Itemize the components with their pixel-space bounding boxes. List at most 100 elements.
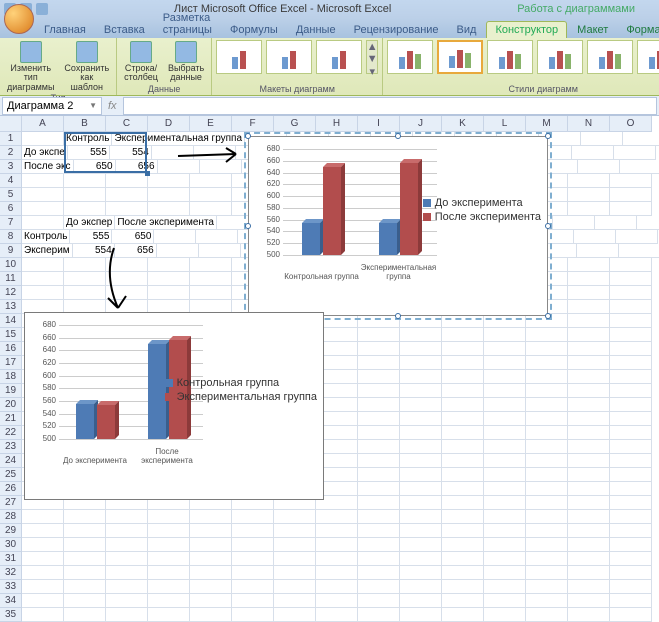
cell-A7[interactable] (22, 216, 64, 230)
cell-E12[interactable] (190, 286, 232, 300)
column-header-N[interactable]: N (568, 116, 610, 132)
cell-L29[interactable] (484, 524, 526, 538)
cell-M23[interactable] (526, 440, 568, 454)
cell-C32[interactable] (106, 566, 148, 580)
cell-M31[interactable] (526, 552, 568, 566)
cell-L21[interactable] (484, 412, 526, 426)
cell-O32[interactable] (610, 566, 652, 580)
chart-layout-2[interactable] (266, 40, 312, 74)
cell-M29[interactable] (526, 524, 568, 538)
cell-D10[interactable] (148, 258, 190, 272)
cell-K31[interactable] (442, 552, 484, 566)
row-header-19[interactable]: 19 (0, 384, 22, 398)
row-header-15[interactable]: 15 (0, 328, 22, 342)
cell-D2[interactable] (152, 146, 194, 160)
cell-O20[interactable] (610, 398, 652, 412)
cell-K16[interactable] (442, 342, 484, 356)
cell-N5[interactable] (568, 188, 610, 202)
cell-J17[interactable] (400, 356, 442, 370)
cell-J28[interactable] (400, 510, 442, 524)
column-header-O[interactable]: O (610, 116, 652, 132)
cell-N11[interactable] (568, 272, 610, 286)
cell-C11[interactable] (106, 272, 148, 286)
cell-A12[interactable] (22, 286, 64, 300)
cell-B29[interactable] (64, 524, 106, 538)
cell-L34[interactable] (484, 594, 526, 608)
chart-style-4[interactable] (537, 40, 583, 74)
cell-E35[interactable] (190, 608, 232, 622)
cell-K15[interactable] (442, 328, 484, 342)
cell-D35[interactable] (148, 608, 190, 622)
chart-bar[interactable] (400, 163, 418, 255)
cell-B2[interactable]: 555 (68, 146, 110, 160)
cell-B34[interactable] (64, 594, 106, 608)
cell-C8[interactable]: 650 (112, 230, 154, 244)
cell-D12[interactable] (148, 286, 190, 300)
cell-L24[interactable] (484, 454, 526, 468)
cell-K23[interactable] (442, 440, 484, 454)
row-header-9[interactable]: 9 (0, 244, 22, 258)
cell-O30[interactable] (610, 538, 652, 552)
column-header-E[interactable]: E (190, 116, 232, 132)
cell-D29[interactable] (148, 524, 190, 538)
cell-B35[interactable] (64, 608, 106, 622)
cell-J31[interactable] (400, 552, 442, 566)
cell-C4[interactable] (106, 174, 148, 188)
row-header-8[interactable]: 8 (0, 230, 22, 244)
chart-layout-3[interactable] (316, 40, 362, 74)
cell-L25[interactable] (484, 468, 526, 482)
chart-bar[interactable] (323, 167, 341, 255)
row-header-35[interactable]: 35 (0, 608, 22, 622)
cell-N30[interactable] (568, 538, 610, 552)
chart-legend[interactable]: До эксперимента После эксперимента (423, 197, 541, 225)
cell-C6[interactable] (106, 202, 148, 216)
office-button[interactable] (4, 4, 34, 34)
cell-N12[interactable] (568, 286, 610, 300)
tab-insert[interactable]: Вставка (96, 22, 153, 38)
cell-A33[interactable] (22, 580, 64, 594)
cell-N6[interactable] (568, 202, 610, 216)
cell-L17[interactable] (484, 356, 526, 370)
cell-D32[interactable] (148, 566, 190, 580)
cell-F28[interactable] (232, 510, 274, 524)
cell-H31[interactable] (316, 552, 358, 566)
cell-C12[interactable] (106, 286, 148, 300)
cell-H30[interactable] (316, 538, 358, 552)
cell-M16[interactable] (526, 342, 568, 356)
cell-N9[interactable] (577, 244, 619, 258)
cell-O21[interactable] (610, 412, 652, 426)
cell-N18[interactable] (568, 370, 610, 384)
cell-A2[interactable]: До экспе (22, 146, 68, 160)
cell-O34[interactable] (610, 594, 652, 608)
cell-J20[interactable] (400, 398, 442, 412)
cell-J18[interactable] (400, 370, 442, 384)
formula-input[interactable] (123, 97, 657, 115)
chart-object-2[interactable]: 500520540560580600620640660680До экспери… (24, 312, 324, 500)
cell-I27[interactable] (358, 496, 400, 510)
cell-G28[interactable] (274, 510, 316, 524)
cell-N20[interactable] (568, 398, 610, 412)
column-header-A[interactable]: A (22, 116, 64, 132)
cell-J23[interactable] (400, 440, 442, 454)
cell-A35[interactable] (22, 608, 64, 622)
cell-N24[interactable] (568, 454, 610, 468)
cell-F32[interactable] (232, 566, 274, 580)
cell-E31[interactable] (190, 552, 232, 566)
cell-C30[interactable] (106, 538, 148, 552)
cell-D9[interactable] (157, 244, 199, 258)
cell-B11[interactable] (64, 272, 106, 286)
cell-K30[interactable] (442, 538, 484, 552)
row-header-7[interactable]: 7 (0, 216, 22, 230)
cell-L14[interactable] (484, 314, 526, 328)
cell-O5[interactable] (610, 188, 652, 202)
cell-G35[interactable] (274, 608, 316, 622)
chart-legend[interactable]: Контрольная группа Экспериментальная гру… (165, 377, 317, 405)
cell-M24[interactable] (526, 454, 568, 468)
cell-O13[interactable] (610, 300, 652, 314)
row-header-22[interactable]: 22 (0, 426, 22, 440)
cell-O2[interactable] (614, 146, 656, 160)
cell-D8[interactable] (154, 230, 196, 244)
cell-L30[interactable] (484, 538, 526, 552)
row-header-18[interactable]: 18 (0, 370, 22, 384)
cell-L35[interactable] (484, 608, 526, 622)
